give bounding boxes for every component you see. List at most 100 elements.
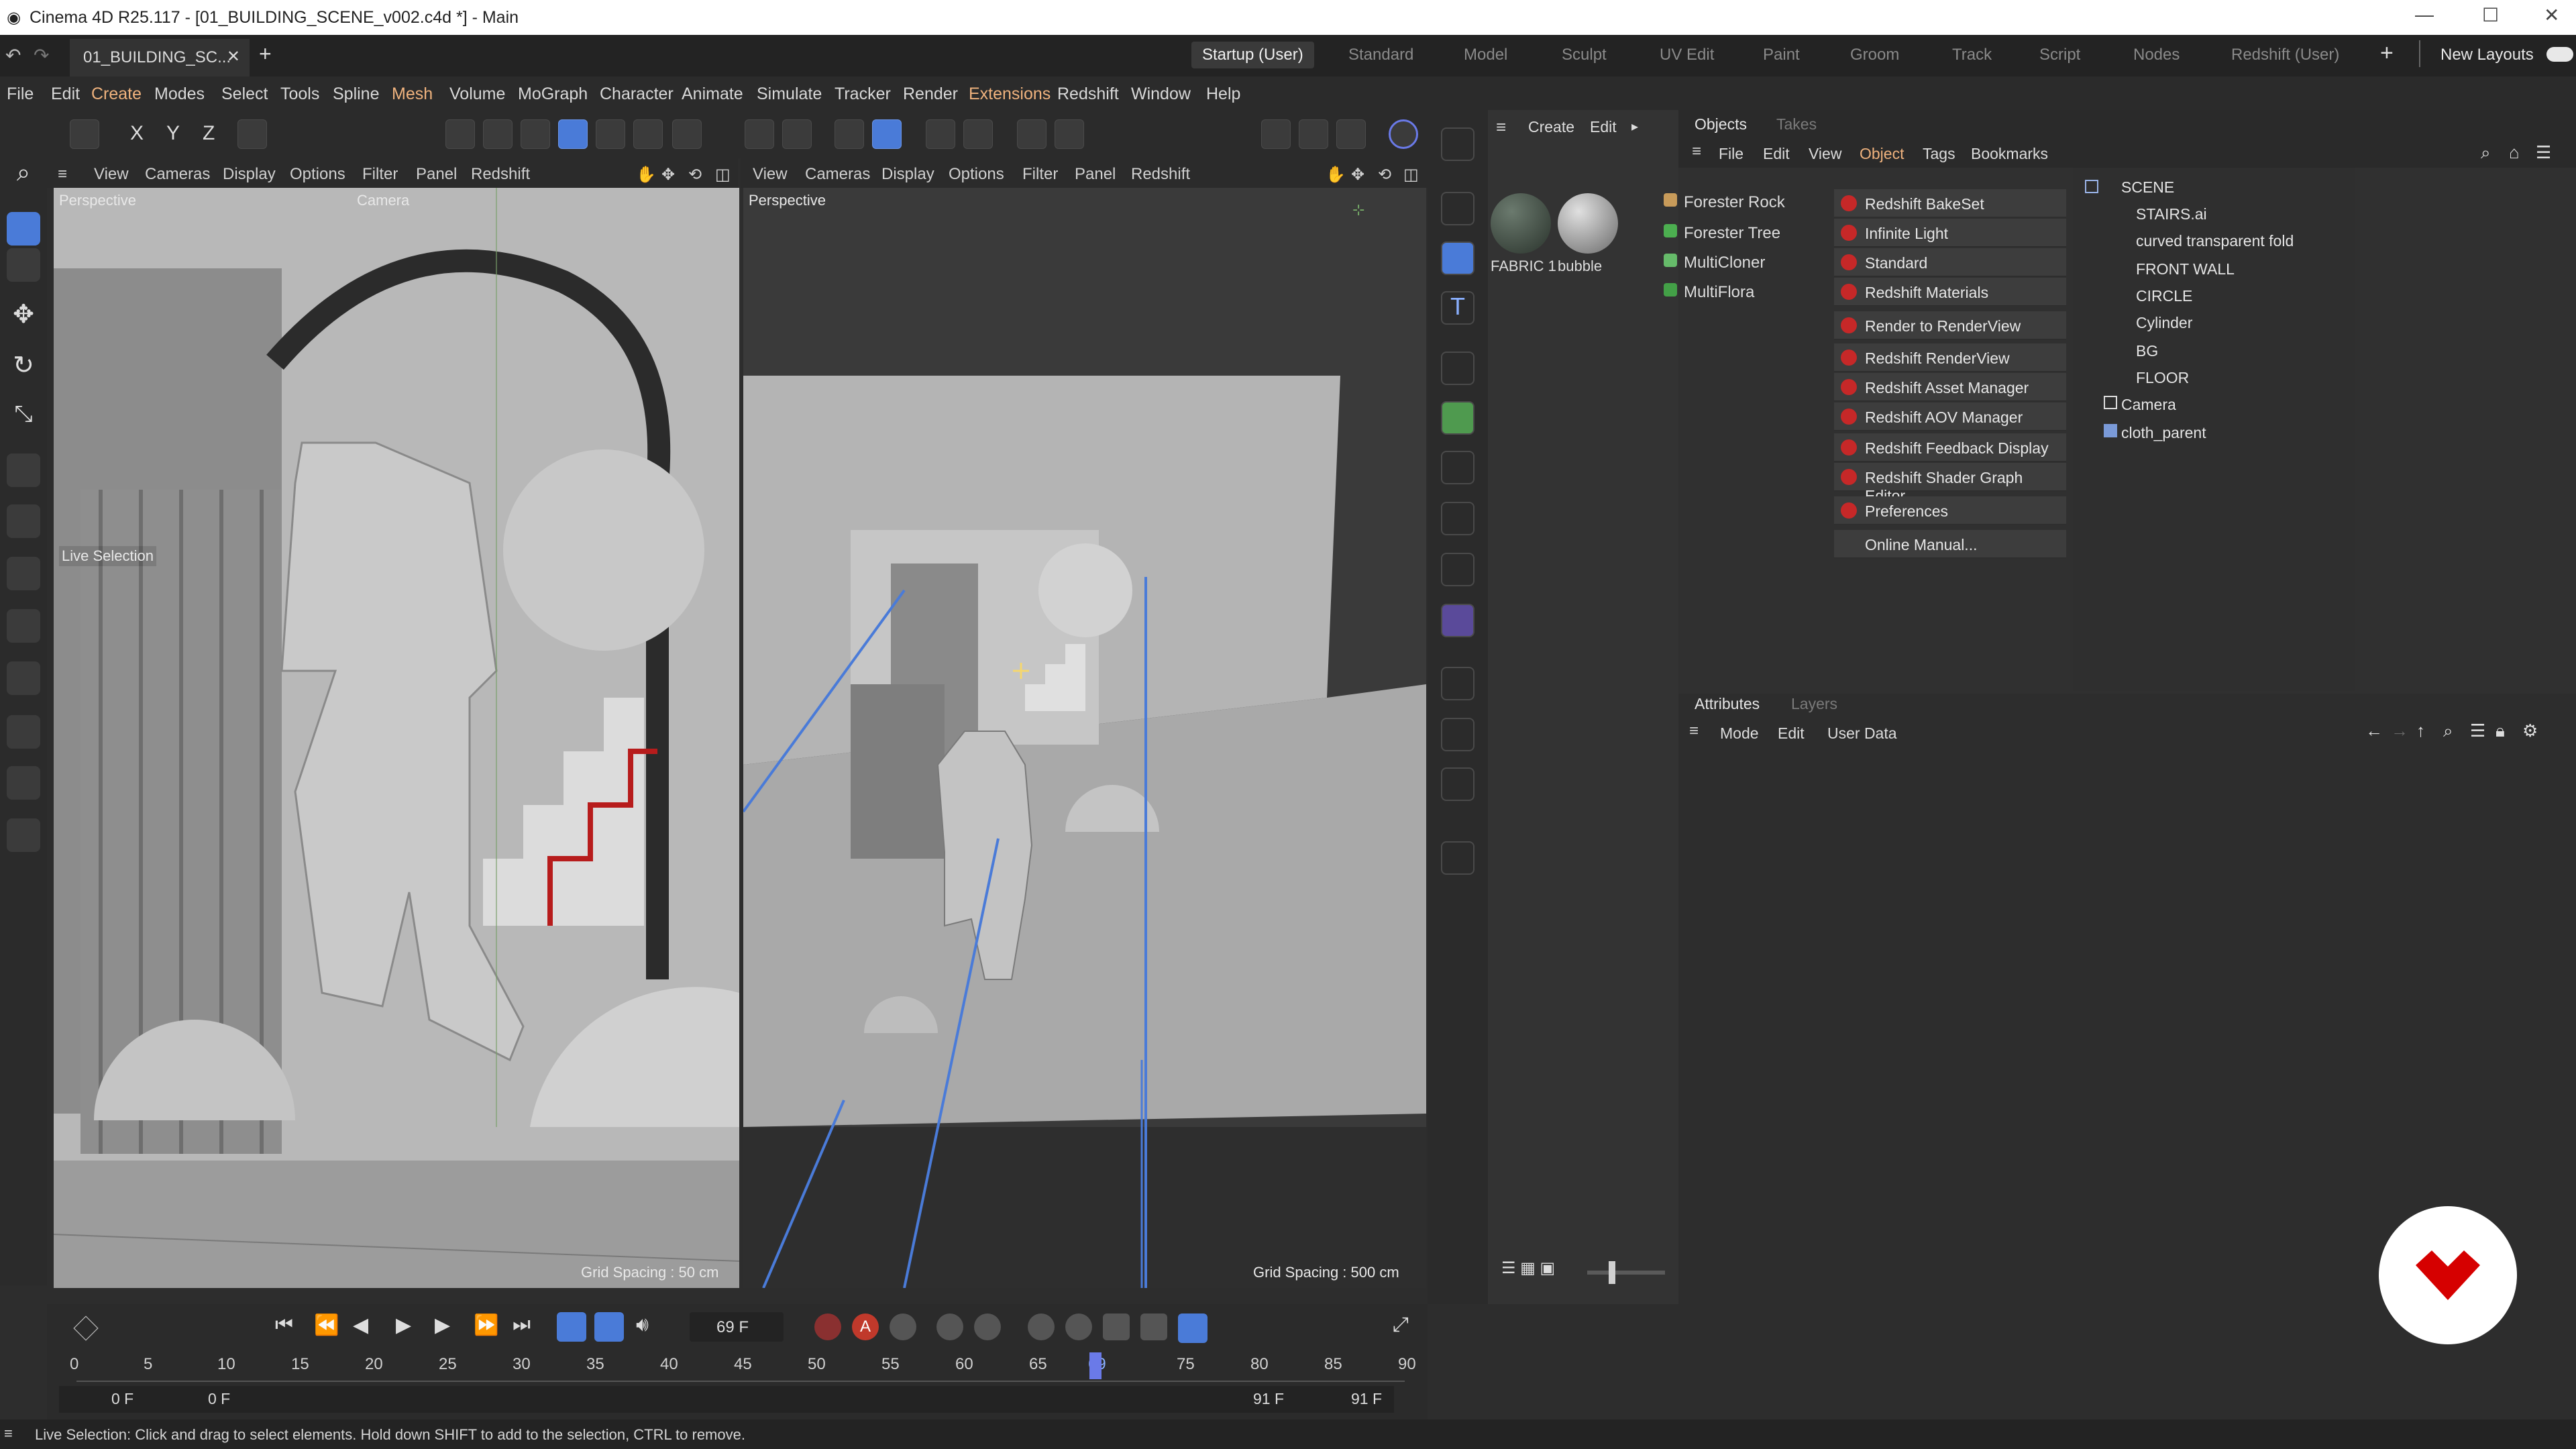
- render-settings-icon[interactable]: [1336, 119, 1366, 149]
- objects-home-icon[interactable]: ⌂: [2509, 142, 2520, 163]
- layout-tab-startup[interactable]: Startup (User): [1191, 42, 1314, 68]
- key-mode-icon[interactable]: [1178, 1313, 1208, 1343]
- grid-snap-icon[interactable]: [835, 119, 864, 149]
- redshift-menu-bakeset[interactable]: Redshift BakeSet: [1834, 189, 2066, 217]
- layout-toggle[interactable]: [2546, 47, 2573, 62]
- solo-icon[interactable]: [672, 119, 702, 149]
- vp-right-menu-cameras[interactable]: Cameras: [805, 165, 870, 184]
- render-view-icon[interactable]: [1261, 119, 1291, 149]
- cube-icon[interactable]: [1441, 241, 1474, 275]
- menu-redshift[interactable]: Redshift: [1057, 85, 1119, 104]
- material-zoom-slider[interactable]: [1587, 1271, 1665, 1275]
- object-circle[interactable]: CIRCLE: [2136, 287, 2192, 305]
- material-fabric-swatch[interactable]: [1491, 193, 1551, 254]
- range-end2-field[interactable]: 91 F: [1351, 1390, 1382, 1408]
- light-icon[interactable]: [1441, 767, 1474, 801]
- magnet-icon[interactable]: [745, 119, 774, 149]
- autokey-icon[interactable]: A: [852, 1313, 879, 1340]
- vp-right-menu-filter[interactable]: Filter: [1022, 165, 1058, 184]
- undo-icon[interactable]: ↶: [5, 44, 21, 66]
- keyframe-mode-icon[interactable]: [73, 1316, 99, 1341]
- vp-left-menu-panel[interactable]: Panel: [416, 165, 457, 184]
- vp-left-menu-options[interactable]: Options: [290, 165, 345, 184]
- text-tool-icon[interactable]: T: [1441, 291, 1474, 325]
- add-layout-icon[interactable]: +: [2380, 40, 2394, 66]
- lasso-icon[interactable]: [7, 818, 40, 852]
- layout-tab-groom[interactable]: Groom: [1850, 46, 1899, 64]
- menu-mograph[interactable]: MoGraph: [518, 85, 588, 104]
- polygons-mode-icon[interactable]: [521, 119, 550, 149]
- material-zoom-handle[interactable]: [1609, 1261, 1615, 1284]
- menu-simulate[interactable]: Simulate: [757, 85, 822, 104]
- annotation-icon[interactable]: [1055, 119, 1084, 149]
- objects-menu-icon[interactable]: ≡: [1692, 142, 1701, 161]
- layout-tab-nodes[interactable]: Nodes: [2133, 46, 2180, 64]
- key-scale-icon[interactable]: [1028, 1313, 1055, 1340]
- vp-right-menu-view[interactable]: View: [753, 165, 788, 184]
- rotate-view-icon-right[interactable]: ⟲: [1378, 165, 1391, 184]
- spline-icon[interactable]: [1441, 604, 1474, 637]
- attributes-menu-icon[interactable]: ≡: [1689, 722, 1699, 741]
- objects-menu-tags[interactable]: Tags: [1923, 145, 1955, 163]
- more-menu-icon[interactable]: ▸: [1631, 118, 1638, 135]
- effector-icon[interactable]: [1441, 553, 1474, 586]
- lock-axis-icon[interactable]: [963, 119, 993, 149]
- view-icon[interactable]: [1017, 119, 1046, 149]
- prev-key-icon[interactable]: ⏪: [314, 1313, 339, 1337]
- layout-tab-standard[interactable]: Standard: [1348, 46, 1413, 64]
- current-frame-field[interactable]: 69 F: [690, 1312, 784, 1342]
- close-window-icon[interactable]: ✕: [2544, 4, 2559, 26]
- undo-stack-icon[interactable]: [70, 119, 99, 149]
- redshift-menu-materials[interactable]: Redshift Materials: [1834, 278, 2066, 306]
- timeline-expand-icon[interactable]: ⤢: [1393, 1313, 1409, 1336]
- cloner-icon[interactable]: [1441, 352, 1474, 385]
- menu-animate[interactable]: Animate: [682, 85, 743, 104]
- vp-right-menu-panel[interactable]: Panel: [1075, 165, 1116, 184]
- fps-icon[interactable]: [594, 1312, 624, 1342]
- record-icon[interactable]: [814, 1313, 841, 1340]
- object-stairs[interactable]: STAIRS.ai: [2136, 205, 2207, 223]
- layout-tab-sculpt[interactable]: Sculpt: [1562, 46, 1607, 64]
- menu-select[interactable]: Select: [221, 85, 268, 104]
- key-position-icon[interactable]: [936, 1313, 963, 1340]
- menu-tools[interactable]: Tools: [280, 85, 319, 104]
- scale-tool-icon[interactable]: ⤡: [7, 401, 40, 435]
- up-arrow-icon[interactable]: ↑: [2416, 720, 2425, 741]
- menu-tracker[interactable]: Tracker: [835, 85, 891, 104]
- go-start-icon[interactable]: ⏮: [275, 1313, 293, 1336]
- search-icon[interactable]: ⌕: [7, 158, 40, 192]
- key-rotation-icon[interactable]: [974, 1313, 1001, 1340]
- coordinate-system-icon[interactable]: [237, 119, 267, 149]
- layout-tab-uv-edit[interactable]: UV Edit: [1660, 46, 1714, 64]
- plugin-forester-tree[interactable]: Forester Tree: [1684, 224, 1780, 243]
- axis-y-button[interactable]: Y: [166, 122, 180, 145]
- objects-menu-file[interactable]: File: [1719, 145, 1743, 163]
- menu-character[interactable]: Character: [600, 85, 674, 104]
- menu-volume[interactable]: Volume: [449, 85, 505, 104]
- quantize-icon[interactable]: [926, 119, 955, 149]
- key-param-icon[interactable]: [1065, 1313, 1092, 1340]
- tab-layers[interactable]: Layers: [1791, 695, 1837, 713]
- model-mode-icon[interactable]: [558, 119, 588, 149]
- layout-tab-paint[interactable]: Paint: [1763, 46, 1800, 64]
- object-scene[interactable]: SCENE: [2121, 178, 2174, 197]
- menu-mesh[interactable]: Mesh: [392, 85, 433, 104]
- vp-left-menu-filter[interactable]: Filter: [362, 165, 398, 184]
- generator-icon[interactable]: [1441, 401, 1474, 435]
- redshift-menu-asset-manager[interactable]: Redshift Asset Manager: [1834, 373, 2066, 401]
- object-cylinder[interactable]: Cylinder: [2136, 314, 2192, 332]
- object-curved-fold[interactable]: curved transparent fold: [2136, 232, 2294, 250]
- hamburger-icon[interactable]: ≡: [58, 165, 67, 184]
- sound-icon[interactable]: 🔊︎: [636, 1313, 649, 1336]
- tab-attributes[interactable]: Attributes: [1695, 695, 1760, 713]
- selection-filter-icon[interactable]: [7, 248, 40, 282]
- plugin-multicloner[interactable]: MultiCloner: [1684, 254, 1765, 272]
- material-menu-edit[interactable]: Edit: [1590, 118, 1617, 136]
- camera-icon[interactable]: [1441, 718, 1474, 751]
- object-front-wall[interactable]: FRONT WALL: [2136, 260, 2235, 278]
- object-floor[interactable]: FLOOR: [2136, 369, 2189, 387]
- spline-smooth-icon[interactable]: [7, 609, 40, 643]
- object-bg[interactable]: BG: [2136, 342, 2158, 360]
- range-end-field[interactable]: 91 F: [1253, 1390, 1284, 1408]
- redshift-menu-infinite-light[interactable]: Infinite Light: [1834, 219, 2066, 247]
